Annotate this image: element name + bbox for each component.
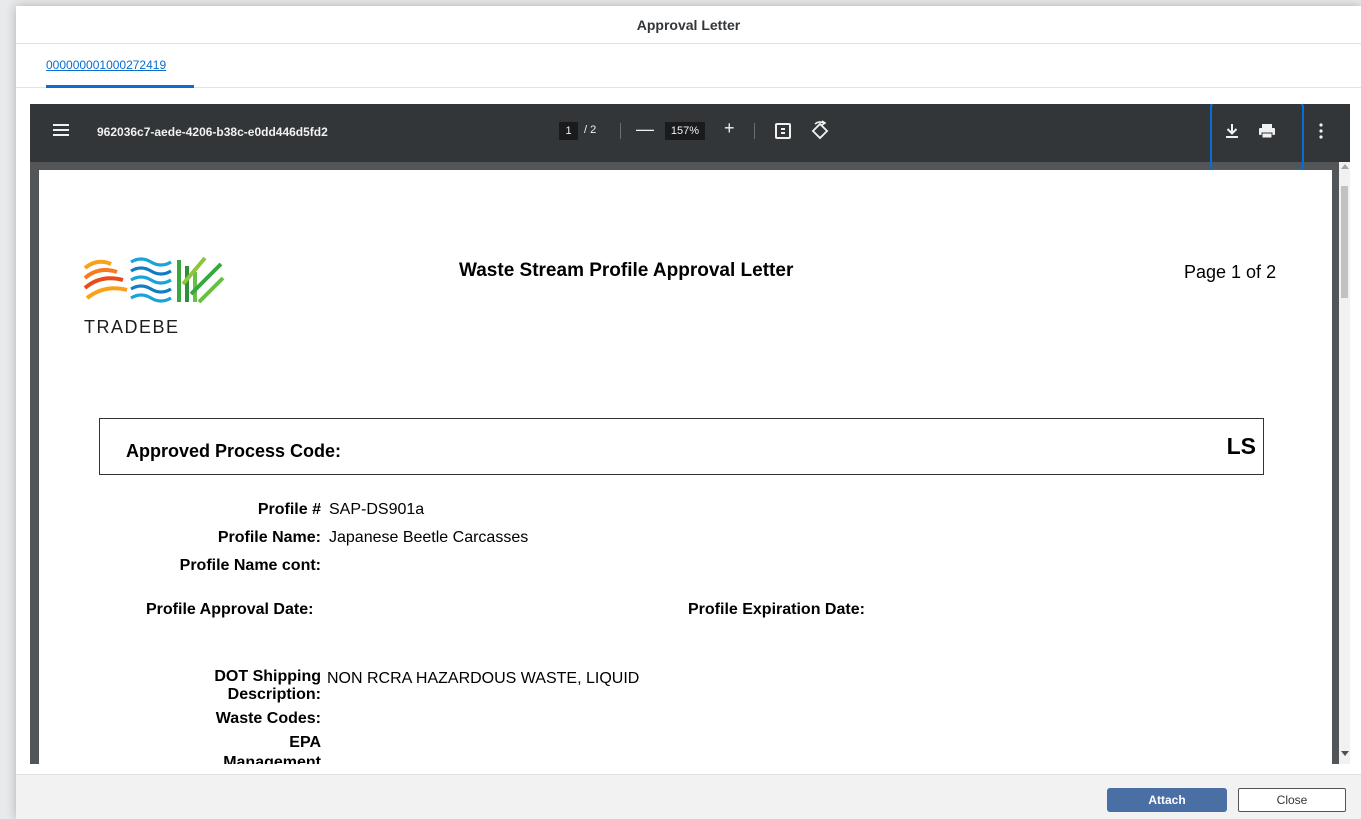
- page-count: / 2: [584, 124, 597, 136]
- attach-button[interactable]: Attach: [1107, 788, 1227, 812]
- dialog-title: Approval Letter: [16, 6, 1361, 44]
- profile-number-value: SAP-DS901a: [329, 501, 425, 518]
- pdf-toolbar: 962036c7-aede-4206-b38c-e0dd446d5fd2 1 /…: [30, 104, 1350, 171]
- pdf-page: TRADEBE Waste Stream Profile Approval Le…: [39, 170, 1332, 764]
- pdf-viewer: 962036c7-aede-4206-b38c-e0dd446d5fd2 1 /…: [30, 104, 1350, 764]
- profile-name-label: Profile Name:: [217, 529, 321, 546]
- close-button[interactable]: Close: [1238, 788, 1346, 812]
- epa-label: EPA: [289, 734, 321, 751]
- profile-number-label: Profile #: [257, 501, 321, 518]
- menu-icon[interactable]: [53, 124, 69, 137]
- profile-expiration-date-label: Profile Expiration Date:: [688, 601, 865, 618]
- zoom-level-input[interactable]: 157%: [665, 122, 705, 140]
- tab-document-number[interactable]: 000000001000272419: [46, 58, 166, 72]
- dot-description-label: Description:: [227, 686, 321, 703]
- approved-process-code-box: Approved Process Code: LS: [99, 418, 1264, 475]
- toolbar-divider: [620, 123, 621, 139]
- profile-name-value: Japanese Beetle Carcasses: [329, 529, 529, 546]
- approved-process-code-value: LS: [1226, 433, 1256, 459]
- scroll-down-arrow-icon[interactable]: [1341, 751, 1349, 756]
- dot-shipping-value: NON RCRA HAZARDOUS WASTE, LIQUID: [327, 670, 640, 687]
- scroll-up-arrow-icon[interactable]: [1341, 164, 1349, 169]
- tradebe-logo: [83, 256, 225, 304]
- page-indicator: Page 1 of 2: [1184, 262, 1277, 282]
- zoom-in-button[interactable]: +: [724, 118, 735, 139]
- document-heading: Waste Stream Profile Approval Letter: [459, 260, 794, 281]
- approval-letter-dialog: Approval Letter 000000001000272419 96203…: [16, 6, 1361, 819]
- toolbar-divider: [754, 123, 755, 139]
- zoom-out-button[interactable]: —: [636, 119, 654, 140]
- profile-approval-date-label: Profile Approval Date:: [146, 601, 314, 618]
- tab-selected-indicator: [46, 85, 194, 88]
- rotate-icon[interactable]: [809, 120, 831, 142]
- scrollbar-thumb[interactable]: [1341, 186, 1348, 298]
- more-vert-icon[interactable]: [1317, 122, 1325, 140]
- dialog-footer: Attach Close: [16, 774, 1361, 819]
- tradebe-logo-text: TRADEBE: [84, 317, 180, 337]
- approved-process-code-label: Approved Process Code:: [126, 441, 342, 461]
- page-number-input[interactable]: 1: [559, 122, 578, 140]
- profile-name-cont-label: Profile Name cont:: [179, 557, 321, 574]
- document-title: 962036c7-aede-4206-b38c-e0dd446d5fd2: [97, 125, 328, 139]
- management-label: Management: [223, 754, 321, 764]
- download-print-highlight: [1210, 104, 1304, 171]
- waste-codes-label: Waste Codes:: [215, 710, 321, 727]
- tab-bar: 000000001000272419: [16, 44, 1361, 88]
- dot-shipping-label: DOT Shipping: [214, 668, 321, 685]
- fit-page-icon[interactable]: [775, 123, 791, 139]
